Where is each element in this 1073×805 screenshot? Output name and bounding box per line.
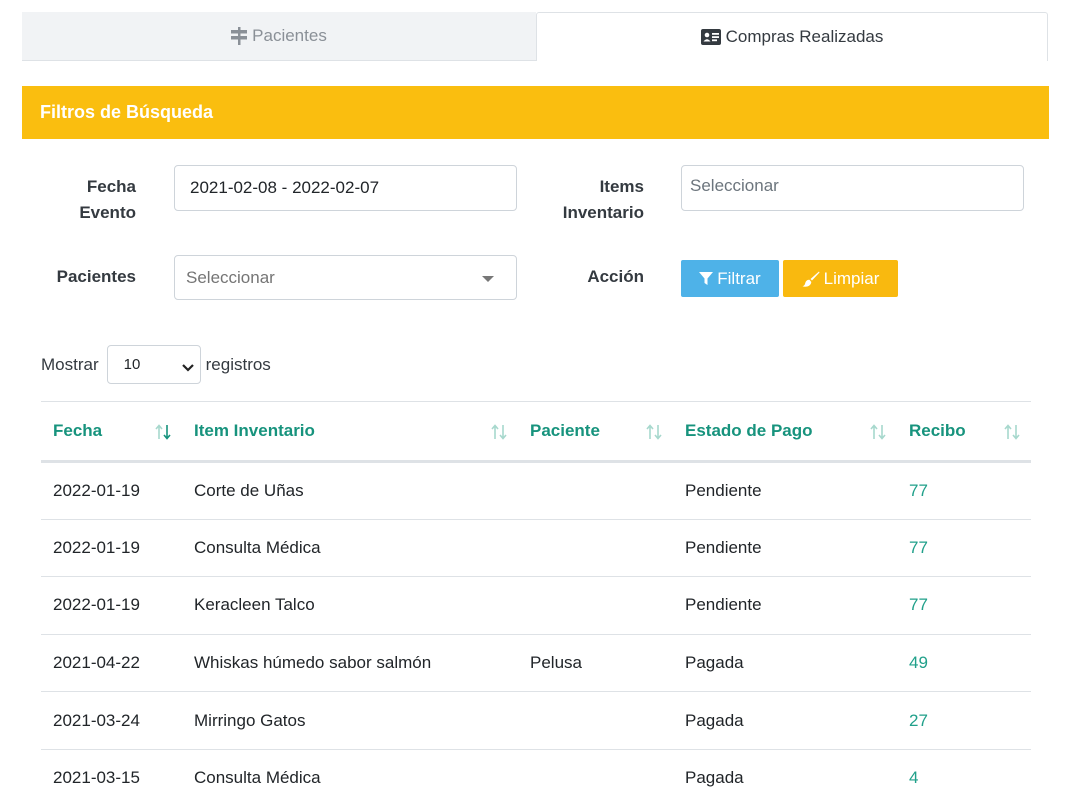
pacientes-select[interactable]: Seleccionar [174,255,517,300]
items-inventario-select[interactable]: Seleccionar [681,165,1024,211]
column-label: Fecha [53,421,103,440]
pacientes-label: Pacientes [56,267,136,286]
limpiar-label: Limpiar [823,268,880,288]
cell-item: Corte de Uñas [182,461,518,520]
cell-estado: Pendiente [673,461,897,520]
cell-item: Keracleen Talco [182,576,518,635]
cell-paciente [518,519,673,578]
cell-fecha: 2022-01-19 [41,519,182,578]
tab-label: Pacientes [252,26,327,45]
cell-recibo-link[interactable]: 27 [897,691,1031,750]
tab-pacientes[interactable]: Pacientes [22,12,536,61]
cell-estado: Pagada [673,691,897,750]
column-label: Paciente [530,421,600,440]
cell-paciente [518,461,673,520]
length-prefix: Mostrar [41,354,99,374]
table-row: 2022-01-19 Consulta Médica Pendiente 77 [41,519,1031,578]
filters-header: Filtros de Búsqueda [22,86,1049,139]
page-length-control: Mostrar 10 registros [41,345,271,384]
table-row: 2021-04-22 Whiskas húmedo sabor salmón P… [41,634,1031,693]
tab-compras-realizadas[interactable]: Compras Realizadas [536,12,1048,61]
sort-icon [1003,424,1021,440]
length-select-wrap: 10 [99,345,206,384]
cell-item: Consulta Médica [182,749,518,805]
cell-recibo-link[interactable]: 4 [897,749,1031,805]
fecha-label-line1: Fecha [86,177,136,196]
filter-icon [699,271,714,286]
column-label: Recibo [909,421,966,440]
caret-down-icon [482,276,494,282]
tab-label: Compras Realizadas [725,27,884,46]
cell-fecha: 2021-04-22 [41,634,182,693]
cell-item: Consulta Médica [182,519,518,578]
table-row: 2022-01-19 Keracleen Talco Pendiente 77 [41,576,1031,635]
sort-icon [490,424,508,440]
items-inventario-label: Items Inventario [540,174,644,226]
cell-paciente [518,749,673,805]
fecha-evento-input[interactable]: 2021-02-08 - 2022-02-07 [174,165,517,211]
cell-estado: Pagada [673,634,897,693]
table-row: 2021-03-24 Mirringo Gatos Pagada 27 [41,691,1031,750]
paint-brush-icon [802,271,820,287]
cell-estado: Pagada [673,749,897,805]
limpiar-button[interactable]: Limpiar [783,260,898,297]
cell-fecha: 2021-03-24 [41,691,182,750]
cell-paciente: Pelusa [518,634,673,693]
column-header-item-inventario[interactable]: Item Inventario [182,401,518,463]
length-suffix: registros [205,354,271,374]
cell-fecha: 2022-01-19 [41,461,182,520]
cell-recibo-link[interactable]: 49 [897,634,1031,693]
filtrar-label: Filtrar [717,268,761,288]
column-header-paciente[interactable]: Paciente [518,401,673,463]
column-label: Item Inventario [194,421,315,440]
cell-estado: Pendiente [673,576,897,635]
pacientes-select-value: Seleccionar [186,267,275,287]
compras-table: Fecha Item Inventario Paciente Estado de… [41,401,1031,805]
table-header-row: Fecha Item Inventario Paciente Estado de… [41,401,1031,463]
cell-paciente [518,691,673,750]
signpost-icon [231,27,248,45]
cell-fecha: 2021-03-15 [41,749,182,805]
filtrar-button[interactable]: Filtrar [681,260,779,297]
accion-label: Acción [587,267,644,286]
table-row: 2022-01-19 Corte de Uñas Pendiente 77 [41,461,1031,520]
column-header-recibo[interactable]: Recibo [897,401,1031,463]
column-header-estado-de-pago[interactable]: Estado de Pago [673,401,897,463]
cell-recibo-link[interactable]: 77 [897,461,1031,520]
sort-desc-icon [154,424,172,440]
cell-item: Whiskas húmedo sabor salmón [182,634,518,693]
id-card-icon [700,29,721,45]
column-header-fecha[interactable]: Fecha [41,401,182,463]
cell-item: Mirringo Gatos [182,691,518,750]
cell-recibo-link[interactable]: 77 [897,519,1031,578]
page-length-select[interactable]: 10 [106,345,201,384]
fecha-evento-label: Fecha Evento [60,174,136,226]
column-label: Estado de Pago [685,421,813,440]
cell-recibo-link[interactable]: 77 [897,576,1031,635]
items-label-line2: Inventario [562,203,644,222]
tab-bar: Pacientes Compras Realizadas [22,12,1048,61]
table-row: 2021-03-15 Consulta Médica Pagada 4 [41,749,1031,805]
sort-icon [645,424,663,440]
fecha-label-line2: Evento [79,203,136,222]
cell-fecha: 2022-01-19 [41,576,182,635]
sort-icon [869,424,887,440]
items-label-line1: Items [599,177,644,196]
cell-estado: Pendiente [673,519,897,578]
cell-paciente [518,576,673,635]
